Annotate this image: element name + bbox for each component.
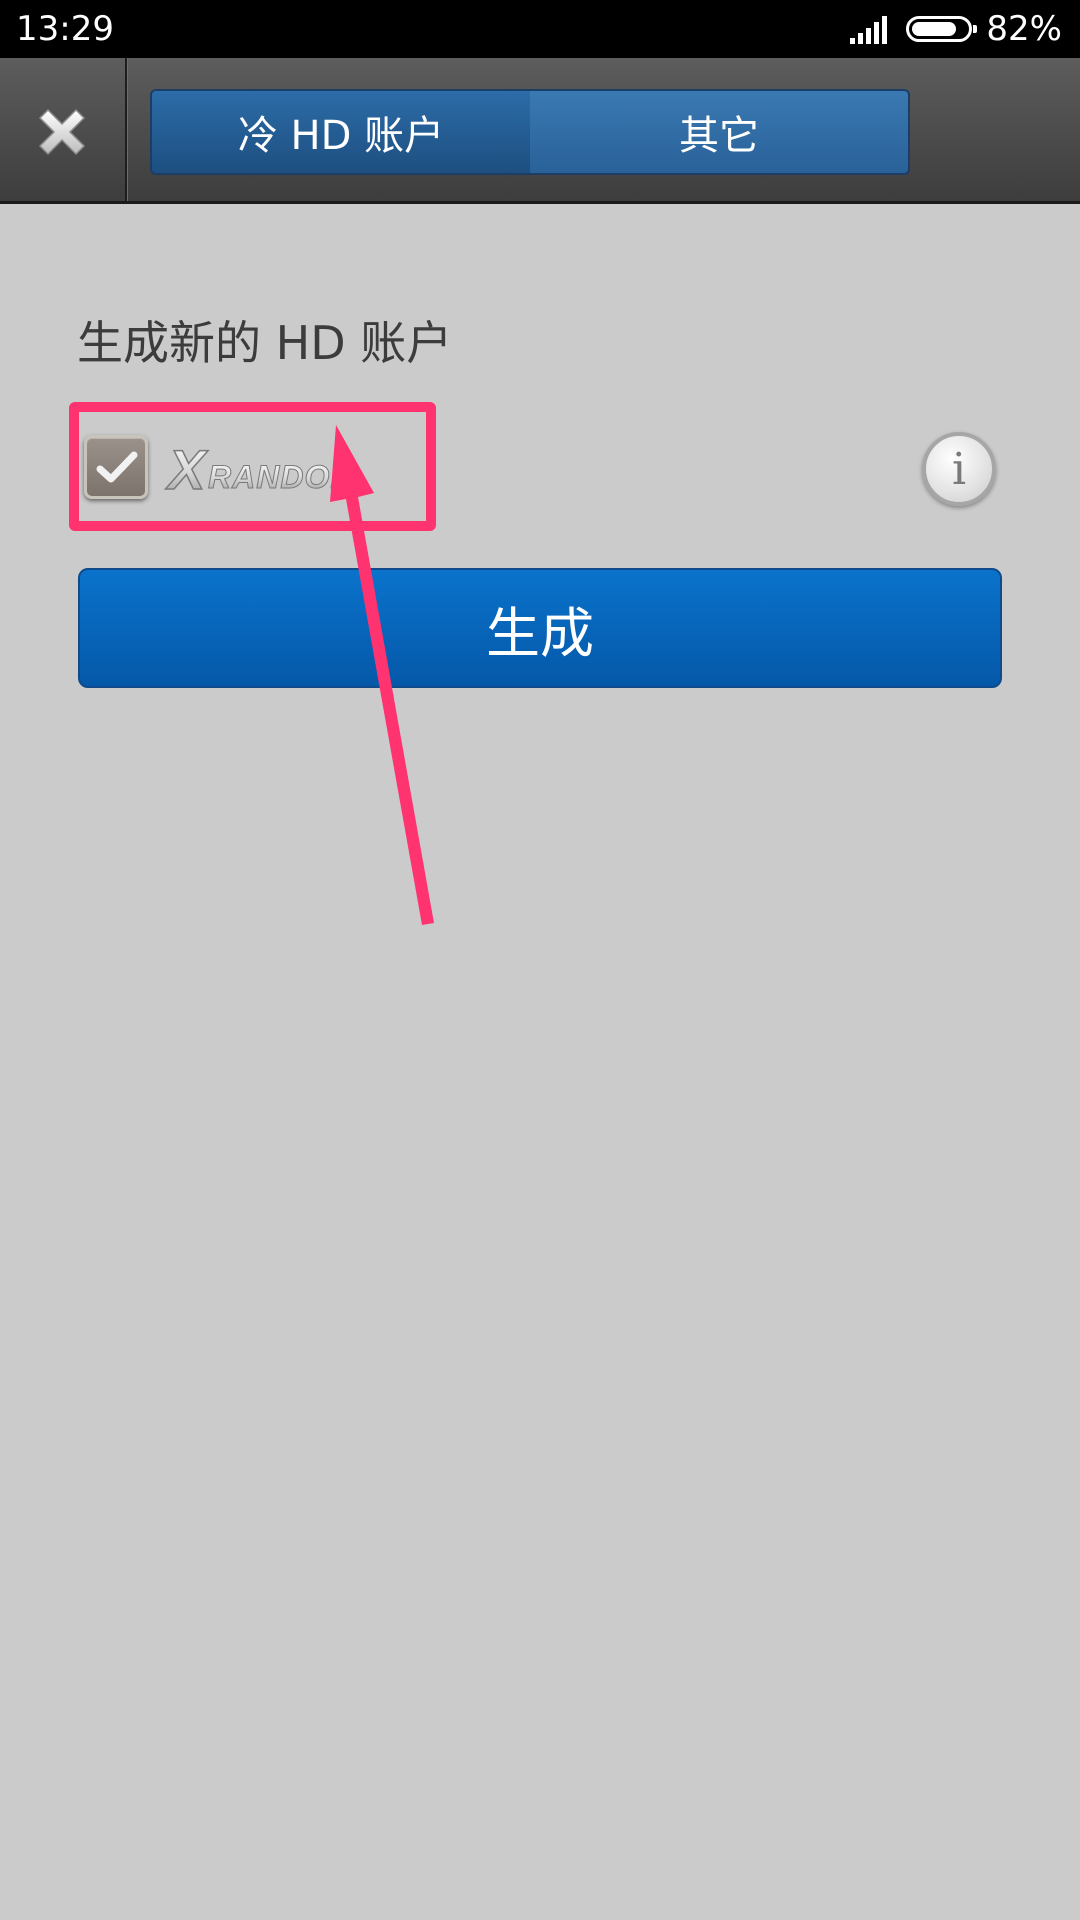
close-button[interactable] <box>0 58 127 201</box>
status-time: 13:29 <box>16 9 114 49</box>
info-button[interactable]: i <box>922 432 996 506</box>
status-right: 82% <box>848 6 1062 52</box>
generate-button[interactable]: 生成 <box>78 568 1002 688</box>
top-bar: 冷 HD 账户 其它 <box>0 58 1080 204</box>
annotation-highlight-box <box>69 402 436 531</box>
info-icon: i <box>951 444 967 495</box>
annotation-arrow-icon <box>330 425 434 925</box>
battery-percent: 82% <box>986 9 1062 49</box>
section-title: 生成新的 HD 账户 <box>77 316 453 370</box>
signal-icon <box>850 16 888 44</box>
close-x-icon <box>38 108 86 156</box>
status-bar: 13:29 82% <box>0 0 1080 58</box>
battery-icon <box>906 16 978 42</box>
account-type-tabs: 冷 HD 账户 其它 <box>150 89 910 175</box>
tab-other[interactable]: 其它 <box>530 91 908 173</box>
tab-cold-hd-account[interactable]: 冷 HD 账户 <box>152 91 530 173</box>
